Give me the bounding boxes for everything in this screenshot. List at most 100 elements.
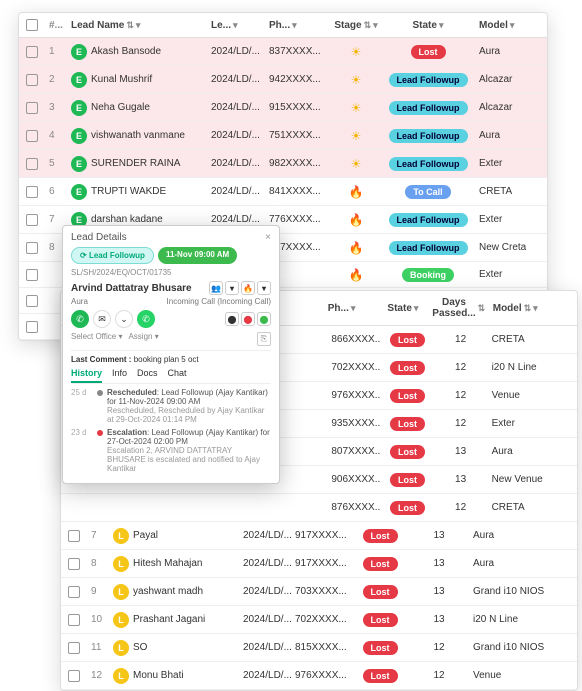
table-row[interactable]: 9 Lyashwant madh 2024/LD/... 703XXXX... …	[61, 578, 577, 606]
state-badge[interactable]: Lead Followup	[389, 157, 468, 171]
assign-dropdown[interactable]: Assign ▾	[128, 332, 158, 346]
state-badge[interactable]: Lost	[390, 473, 425, 487]
filter-icon[interactable]: ▾	[233, 20, 238, 31]
row-checkbox[interactable]	[68, 642, 80, 654]
row-checkbox[interactable]	[68, 670, 80, 682]
state-badge[interactable]: Lost	[390, 333, 425, 347]
call-button[interactable]: ✆	[71, 310, 89, 328]
col-stage[interactable]: Stage	[334, 20, 361, 31]
state-badge[interactable]: Lost	[363, 557, 398, 571]
state-badge[interactable]: Lost	[363, 613, 398, 627]
sort-icon[interactable]: ⇅	[126, 20, 134, 31]
col-model[interactable]: Model	[493, 303, 522, 314]
state-badge[interactable]: Lost	[390, 361, 425, 375]
col-le[interactable]: Le...	[211, 20, 231, 31]
state-badge[interactable]: Lost	[390, 501, 425, 515]
row-checkbox[interactable]	[68, 558, 80, 570]
tag-icon[interactable]: ⬤	[225, 312, 239, 326]
copy-icon[interactable]: ⎘	[257, 332, 271, 346]
col-name[interactable]: Lead Name	[71, 20, 124, 31]
state-badge[interactable]: Lost	[363, 641, 398, 655]
table-row[interactable]: 10 LPrashant Jagani 2024/LD/... 702XXXX.…	[61, 606, 577, 634]
row-checkbox[interactable]	[26, 295, 38, 307]
select-all-checkbox[interactable]	[26, 19, 38, 31]
schedule-chip[interactable]: 11-Nov 09:00 AM	[158, 247, 237, 264]
filter-icon[interactable]: ▾	[351, 303, 356, 314]
state-badge[interactable]: Lost	[390, 445, 425, 459]
row-checkbox[interactable]	[68, 530, 80, 542]
table-row[interactable]: 3 ENeha Gugale 2024/LD/... 915XXXX... ☀ …	[19, 94, 547, 122]
table-row[interactable]: 12 LMonu Bhati 2024/LD/... 976XXXX... Lo…	[61, 662, 577, 690]
tab-history[interactable]: History	[71, 368, 102, 383]
state-badge[interactable]: Lead Followup	[389, 101, 468, 115]
state-badge[interactable]: Lost	[411, 45, 446, 59]
model: Aura	[469, 526, 569, 545]
state-badge[interactable]: To Call	[405, 185, 450, 199]
state-badge[interactable]: Lead Followup	[389, 213, 468, 227]
row-checkbox[interactable]	[26, 46, 38, 58]
table-row[interactable]: 1 EAkash Bansode 2024/LD/... 837XXXX... …	[19, 38, 547, 66]
row-checkbox[interactable]	[26, 269, 38, 281]
table-row[interactable]: 876XXXX... Lost 12 CRETA	[61, 494, 577, 522]
row-checkbox[interactable]	[26, 130, 38, 142]
fire-icon[interactable]: 🔥	[241, 281, 255, 295]
table-row[interactable]: 11 LSO 2024/LD/... 815XXXX... Lost 12 Gr…	[61, 634, 577, 662]
filter-icon[interactable]: ▾	[292, 20, 297, 31]
select-office-dropdown[interactable]: Select Office ▾	[71, 332, 122, 346]
hangup-button[interactable]: ⌄	[115, 310, 133, 328]
lead-followup-chip[interactable]: ⟳ Lead Followup	[71, 247, 154, 264]
row-checkbox[interactable]	[26, 214, 38, 226]
filter-icon[interactable]: ▾	[136, 20, 141, 31]
sort-icon[interactable]: ⇅	[524, 303, 532, 314]
state-badge[interactable]: Lost	[363, 585, 398, 599]
row-checkbox[interactable]	[26, 242, 38, 254]
state-badge[interactable]: Booking	[402, 268, 454, 282]
table-row[interactable]: 2 EKunal Mushrif 2024/LD/... 942XXXX... …	[19, 66, 547, 94]
tag3-icon[interactable]: ⬤	[257, 312, 271, 326]
tab-docs[interactable]: Docs	[137, 368, 158, 383]
state-badge[interactable]: Lost	[363, 529, 398, 543]
row-checkbox[interactable]	[26, 102, 38, 114]
tab-info[interactable]: Info	[112, 368, 127, 383]
whatsapp-button[interactable]: ✆	[137, 310, 155, 328]
row-checkbox[interactable]	[26, 186, 38, 198]
sort-icon[interactable]: ⇅	[478, 303, 486, 314]
filter-icon[interactable]: ▾	[510, 20, 515, 31]
filter-icon[interactable]: ▾	[373, 20, 378, 31]
tag2-icon[interactable]: ⬤	[241, 312, 255, 326]
table-row[interactable]: 6 ETRUPTI WAKDE 2024/LD/... 841XXXX... 🔥…	[19, 178, 547, 206]
filter-icon[interactable]: ▾	[439, 20, 444, 31]
state-badge[interactable]: Lead Followup	[389, 73, 468, 87]
col-state[interactable]: State	[413, 20, 437, 31]
row-checkbox[interactable]	[26, 321, 38, 333]
user-icon[interactable]: 👥	[209, 281, 223, 295]
col-num[interactable]: #...	[49, 20, 63, 31]
row-checkbox[interactable]	[26, 158, 38, 170]
sms-button[interactable]: ✉	[93, 310, 111, 328]
row-checkbox[interactable]	[68, 614, 80, 626]
close-icon[interactable]: ×	[265, 232, 271, 243]
col-model[interactable]: Model	[479, 20, 508, 31]
tab-chat[interactable]: Chat	[168, 368, 187, 383]
table-row[interactable]: 4 Evishwanath vanmane 2024/LD/... 751XXX…	[19, 122, 547, 150]
table-row[interactable]: 8 LHitesh Mahajan 2024/LD/... 917XXXX...…	[61, 550, 577, 578]
filter-icon[interactable]: ▾	[414, 303, 419, 314]
sort-icon[interactable]: ⇅	[364, 20, 372, 31]
state-badge[interactable]: Lost	[390, 417, 425, 431]
table-row[interactable]: 7 LPayal 2024/LD/... 917XXXX... Lost 13 …	[61, 522, 577, 550]
row-checkbox[interactable]	[26, 74, 38, 86]
row-checkbox[interactable]	[68, 586, 80, 598]
state-badge[interactable]: Lead Followup	[389, 129, 468, 143]
col-state[interactable]: State	[387, 303, 411, 314]
flag-dropdown[interactable]: ▾	[225, 281, 239, 295]
stage-dropdown[interactable]: ▾	[257, 281, 271, 295]
state-badge[interactable]: Lead Followup	[389, 241, 468, 255]
state-badge[interactable]: Lost	[363, 669, 398, 683]
filter-icon[interactable]: ▾	[533, 303, 538, 314]
days-passed: 12	[434, 358, 488, 377]
table-row[interactable]: 5 ESURENDER RAINA 2024/LD/... 982XXXX...…	[19, 150, 547, 178]
state-badge[interactable]: Lost	[390, 389, 425, 403]
col-days[interactable]: Days Passed...	[432, 297, 475, 319]
col-ph[interactable]: Ph...	[328, 303, 349, 314]
col-ph[interactable]: Ph...	[269, 20, 290, 31]
